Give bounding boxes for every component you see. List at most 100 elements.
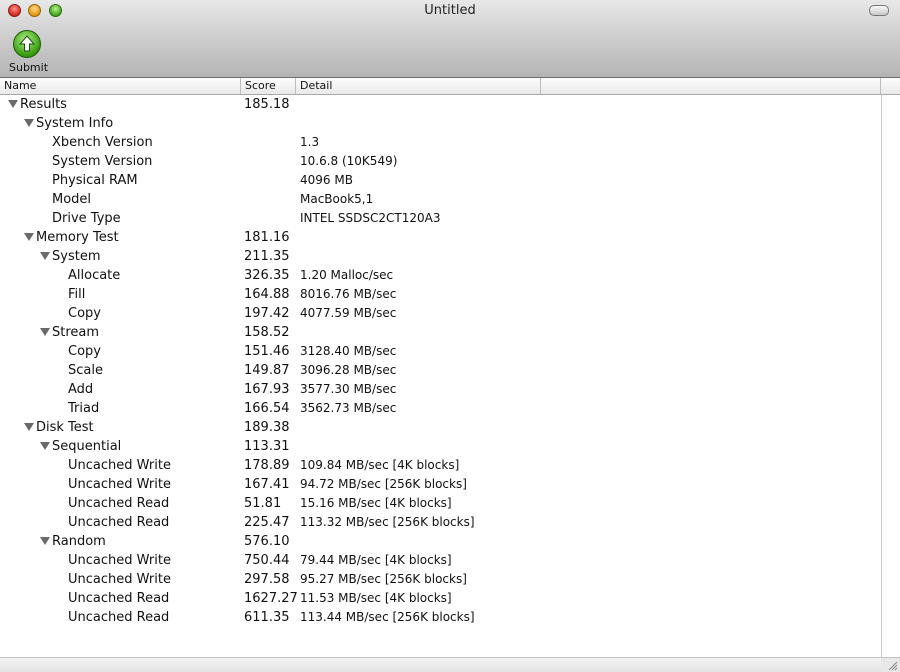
outline-row[interactable]: Uncached Read 51.81 15.16 MB/sec [4K block…: [0, 494, 881, 513]
row-detail: 95.27 MB/sec [256K blocks]: [300, 572, 467, 586]
outline-row[interactable]: Physical RAM 4096 MB: [0, 171, 881, 190]
row-detail: 94.72 MB/sec [256K blocks]: [300, 477, 467, 491]
column-header-score[interactable]: Score: [241, 78, 296, 94]
row-score: 326.35: [244, 268, 290, 283]
vertical-scrollbar[interactable]: [881, 95, 900, 657]
outline-row[interactable]: Xbench Version 1.3: [0, 133, 881, 152]
up-arrow-icon: [18, 35, 36, 52]
row-score: 113.31: [244, 439, 290, 454]
row-detail: 3128.40 MB/sec: [300, 344, 397, 358]
outline-row[interactable]: Uncached Read 1627.27 11.53 MB/sec [4K blo…: [0, 589, 881, 608]
row-score: 225.47: [244, 515, 290, 530]
row-detail: 3562.73 MB/sec: [300, 401, 397, 415]
row-name: Disk Test: [36, 420, 94, 435]
row-name: Uncached Write: [68, 458, 171, 473]
outline-row[interactable]: Uncached Read 225.47 113.32 MB/sec [256K b…: [0, 513, 881, 532]
row-name: Allocate: [68, 268, 121, 283]
row-detail: 3096.28 MB/sec: [300, 363, 397, 377]
disclosure-triangle-icon[interactable]: [40, 442, 50, 450]
outline-row[interactable]: Uncached Write 178.89 109.84 MB/sec [4K bl…: [0, 456, 881, 475]
submit-button[interactable]: [13, 30, 41, 58]
row-detail: 3577.30 MB/sec: [300, 382, 397, 396]
row-score: 51.81: [244, 496, 282, 511]
outline-row[interactable]: Random 576.10: [0, 532, 881, 551]
resize-grip[interactable]: [881, 657, 900, 672]
row-name: System: [52, 249, 101, 264]
outline-row[interactable]: Add 167.93 3577.30 MB/sec: [0, 380, 881, 399]
column-header-detail[interactable]: Detail: [296, 78, 541, 94]
disclosure-triangle-icon[interactable]: [24, 233, 34, 241]
outline-row[interactable]: Copy 197.42 4077.59 MB/sec: [0, 304, 881, 323]
column-header-empty: [541, 78, 881, 94]
row-score: 164.88: [244, 287, 290, 302]
row-detail: MacBook5,1: [300, 192, 374, 206]
row-detail: 8016.76 MB/sec: [300, 287, 397, 301]
row-score: 167.41: [244, 477, 290, 492]
row-score: 211.35: [244, 249, 290, 264]
row-detail: INTEL SSDSC2CT120A3: [300, 211, 441, 225]
row-name: Copy: [68, 306, 101, 321]
row-name: Copy: [68, 344, 101, 359]
outline-row[interactable]: Model MacBook5,1: [0, 190, 881, 209]
horizontal-scrollbar[interactable]: [0, 657, 881, 672]
row-detail: 4096 MB: [300, 173, 353, 187]
disclosure-triangle-icon[interactable]: [40, 328, 50, 336]
row-name: Triad: [68, 401, 100, 416]
outline-row[interactable]: Scale 149.87 3096.28 MB/sec: [0, 361, 881, 380]
column-header-name[interactable]: Name: [0, 78, 241, 94]
row-name: Drive Type: [52, 211, 121, 226]
disclosure-triangle-icon[interactable]: [24, 423, 34, 431]
row-detail: 1.3: [300, 135, 320, 149]
row-name: Stream: [52, 325, 100, 340]
outline-row[interactable]: Triad 166.54 3562.73 MB/sec: [0, 399, 881, 418]
outline-row[interactable]: Drive Type INTEL SSDSC2CT120A3: [0, 209, 881, 228]
window-titlebar: Untitled Submit: [0, 0, 900, 78]
submit-label[interactable]: Submit: [9, 61, 48, 74]
row-score: 158.52: [244, 325, 290, 340]
row-score: 185.18: [244, 97, 290, 112]
disclosure-triangle-icon[interactable]: [24, 119, 34, 127]
outline-row[interactable]: Allocate 326.35 1.20 Malloc/sec: [0, 266, 881, 285]
outline-row[interactable]: Results 185.18: [0, 95, 881, 114]
row-detail: 113.32 MB/sec [256K blocks]: [300, 515, 475, 529]
outline-row[interactable]: System Info: [0, 114, 881, 133]
row-score: 297.58: [244, 572, 290, 587]
disclosure-triangle-icon[interactable]: [8, 100, 18, 108]
row-name: Model: [52, 192, 92, 207]
row-name: Sequential: [52, 439, 122, 454]
outline-row[interactable]: Uncached Write 167.41 94.72 MB/sec [256K b…: [0, 475, 881, 494]
outline-row[interactable]: System Version 10.6.8 (10K549): [0, 152, 881, 171]
outline-row[interactable]: Stream 158.52: [0, 323, 881, 342]
row-name: Uncached Read: [68, 515, 170, 530]
row-name: Uncached Read: [68, 496, 170, 511]
outline-row[interactable]: Disk Test 189.38: [0, 418, 881, 437]
row-score: 750.44: [244, 553, 290, 568]
row-name: System Info: [36, 116, 114, 131]
outline-row[interactable]: Fill 164.88 8016.76 MB/sec: [0, 285, 881, 304]
row-detail: 109.84 MB/sec [4K blocks]: [300, 458, 460, 472]
row-detail: 1.20 Malloc/sec: [300, 268, 394, 282]
row-name: Uncached Read: [68, 591, 170, 606]
results-outline[interactable]: Results 185.18 System Info Xbench Version 1.…: [0, 95, 881, 657]
row-score: 149.87: [244, 363, 290, 378]
disclosure-triangle-icon[interactable]: [40, 537, 50, 545]
outline-row[interactable]: Sequential 113.31: [0, 437, 881, 456]
row-score: 611.35: [244, 610, 290, 625]
row-name: Physical RAM: [52, 173, 138, 188]
outline-row[interactable]: Uncached Write 750.44 79.44 MB/sec [4K blo…: [0, 551, 881, 570]
outline-row[interactable]: Memory Test 181.16: [0, 228, 881, 247]
row-detail: 10.6.8 (10K549): [300, 154, 398, 168]
disclosure-triangle-icon[interactable]: [40, 252, 50, 260]
outline-row[interactable]: Uncached Read 611.35 113.44 MB/sec [256K b…: [0, 608, 881, 627]
row-score: 197.42: [244, 306, 290, 321]
row-name: Uncached Read: [68, 610, 170, 625]
row-score: 151.46: [244, 344, 290, 359]
outline-row[interactable]: Uncached Write 297.58 95.27 MB/sec [256K b…: [0, 570, 881, 589]
outline-row[interactable]: Copy 151.46 3128.40 MB/sec: [0, 342, 881, 361]
row-name: Xbench Version: [52, 135, 153, 150]
toolbar-toggle-button[interactable]: [869, 5, 889, 16]
row-name: Add: [68, 382, 94, 397]
outline-row[interactable]: System 211.35: [0, 247, 881, 266]
row-name: Uncached Write: [68, 572, 171, 587]
row-name: Scale: [68, 363, 103, 378]
